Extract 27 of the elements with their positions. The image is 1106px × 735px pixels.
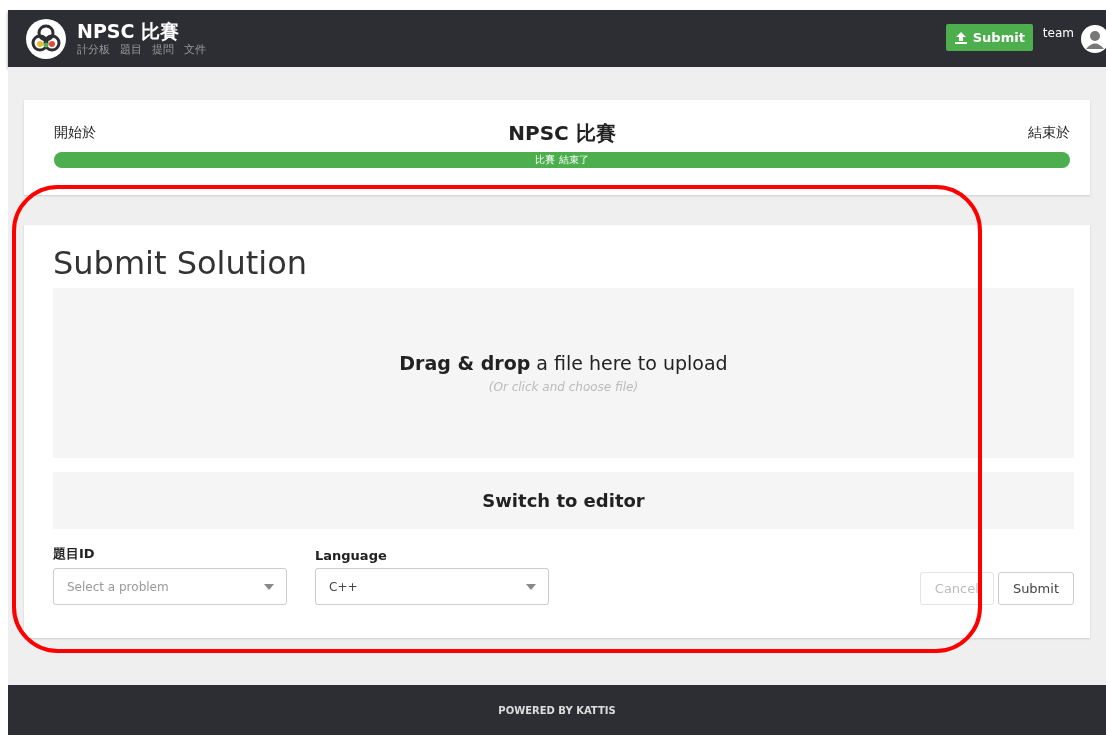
submit-button[interactable]: Submit <box>945 24 1033 51</box>
drop-zone[interactable]: Drag & drop a file here to upload (Or click and choose file) <box>53 288 1074 458</box>
contest-title[interactable]: NPSC 比賽 <box>77 20 206 42</box>
page-heading: Submit Solution <box>53 243 309 283</box>
caret-icon <box>264 583 274 590</box>
end-label: 結束於 <box>1028 124 1070 142</box>
user-name[interactable]: team <box>1042 26 1074 40</box>
drop-hint: (Or click and choose file) <box>488 380 639 394</box>
select-field[interactable]: Select a problem <box>53 568 287 605</box>
start-label: 開始於 <box>54 124 96 142</box>
nav-link[interactable]: 題目 <box>120 42 142 57</box>
switch-editor-button[interactable]: Switch to editor <box>53 472 1074 529</box>
field-label: 題目ID <box>53 545 96 563</box>
nav-link[interactable]: 文件 <box>184 42 206 57</box>
drop-instruction: Drag & drop a file here to upload <box>399 352 728 374</box>
contest-heading: NPSC 比賽 <box>508 119 616 147</box>
select-field[interactable]: C++ <box>315 568 549 605</box>
avatar-icon[interactable] <box>1080 23 1106 54</box>
upload-icon <box>953 30 968 45</box>
nav-link[interactable]: 計分板 <box>77 42 110 57</box>
caret-icon <box>526 583 536 590</box>
footer-text: POWERED BY KATTIS <box>498 704 616 716</box>
field-label: Language <box>315 548 388 563</box>
progress-label: 比賽 結束了 <box>534 153 590 167</box>
logo-icon[interactable] <box>25 17 67 60</box>
nav-link[interactable]: 提問 <box>152 42 174 57</box>
form-button[interactable]: Submit <box>997 572 1074 605</box>
